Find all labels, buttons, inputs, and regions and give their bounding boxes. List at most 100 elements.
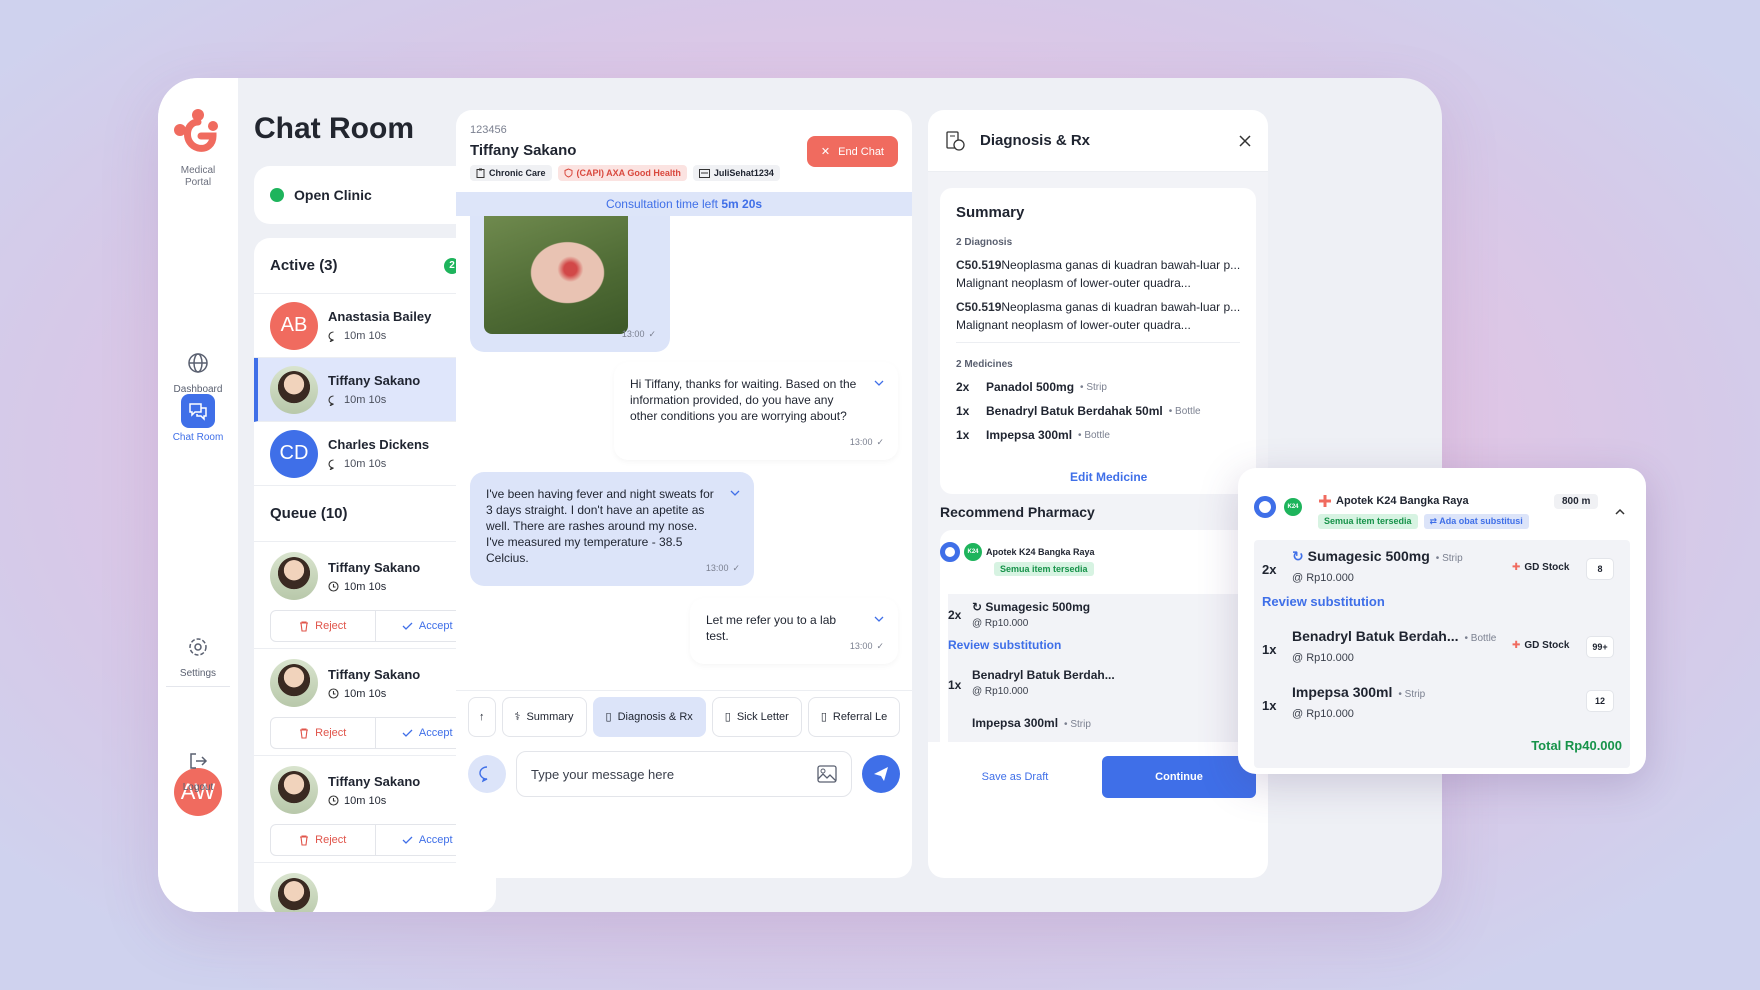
logout-icon bbox=[181, 744, 215, 778]
diagnosis-count: 2 Diagnosis bbox=[956, 237, 1013, 248]
patient-time: 10m 10s bbox=[344, 458, 387, 470]
pharmacy-popover: K24 Apotek K24 Bangka Raya 800 m Semua i… bbox=[1238, 468, 1646, 774]
logo-text: Medical Portal bbox=[180, 165, 216, 188]
summary-card: Summary 2 Diagnosis C50.519 Neoplasma gan… bbox=[940, 188, 1256, 494]
chevron-down-icon[interactable] bbox=[874, 614, 884, 624]
medicine-qty: 1x bbox=[956, 404, 970, 418]
message-time: 13:00 bbox=[621, 329, 645, 339]
patient-name: Tiffany Sakano bbox=[328, 373, 421, 388]
diagnosis-footer: Save as Draft Continue bbox=[928, 742, 1268, 812]
logo-icon bbox=[174, 109, 218, 152]
message-image: 13:00 ✓ bbox=[470, 216, 670, 352]
message-list: 13:00 ✓ Hi Tiffany, thanks for waiting. B… bbox=[456, 216, 912, 692]
chip-substitution: ⇄ Ada obat substitusi bbox=[1423, 514, 1529, 529]
queue-time: 10m 10s bbox=[344, 794, 387, 807]
medicine-name: Impepsa 300ml bbox=[986, 428, 1073, 442]
diagnosis-name-id: Neoplasma ganas di kuadran bawah-luar p.… bbox=[1001, 300, 1241, 314]
reject-label: Reject bbox=[315, 620, 347, 632]
pharmacy-name: Apotek K24 Bangka Raya bbox=[986, 547, 1095, 557]
item-qty: 2x bbox=[1262, 562, 1277, 577]
message-input[interactable]: Type your message here bbox=[516, 751, 852, 797]
tag-label: JuliSehat1234 bbox=[713, 168, 774, 178]
send-button[interactable] bbox=[862, 755, 900, 793]
reject-button[interactable]: Reject bbox=[271, 825, 376, 855]
tab-summary[interactable]: ⚕ Summary bbox=[501, 696, 587, 737]
diagnosis-name-en: Malignant neoplasm of lower-outer quadra… bbox=[956, 276, 1191, 290]
diagnosis-name-en: Malignant neoplasm of lower-outer quadra… bbox=[956, 318, 1191, 332]
patient-time: 10m 10s bbox=[344, 394, 387, 406]
double-check-icon: ✓ bbox=[876, 641, 884, 651]
close-icon[interactable] bbox=[1238, 134, 1252, 148]
logo[interactable]: Medical Portal bbox=[172, 108, 224, 189]
tag-label: Chronic Care bbox=[489, 168, 546, 178]
pharmacy-radio[interactable] bbox=[1254, 496, 1276, 518]
reject-button[interactable]: Reject bbox=[271, 718, 376, 748]
chat-icon bbox=[328, 394, 334, 406]
double-check-icon: ✓ bbox=[732, 563, 740, 573]
message-outgoing: Hi Tiffany, thanks for waiting. Based on… bbox=[614, 362, 898, 460]
stethoscope-icon: ⚕ bbox=[514, 711, 521, 723]
nav-chat-room[interactable]: Chat Room bbox=[158, 394, 238, 443]
nav-label: Settings bbox=[179, 668, 217, 679]
gear-icon bbox=[181, 630, 215, 664]
card-icon bbox=[698, 168, 710, 178]
chevron-down-icon[interactable] bbox=[730, 488, 740, 498]
chevron-up-icon[interactable] bbox=[1614, 506, 1626, 518]
message-incoming: I've been having fever and night sweats … bbox=[470, 472, 754, 586]
image-icon[interactable] bbox=[817, 765, 837, 783]
item-qty: 1x bbox=[1262, 642, 1277, 657]
nav-logout[interactable]: Logout bbox=[158, 744, 238, 793]
accept-label: Accept bbox=[418, 727, 453, 739]
avatar-photo bbox=[270, 365, 318, 414]
reject-button[interactable]: Reject bbox=[271, 611, 376, 641]
tab-diagnosis-rx[interactable]: ▯ Diagnosis & Rx bbox=[592, 696, 706, 737]
avatar-photo bbox=[270, 552, 318, 600]
send-icon bbox=[874, 767, 888, 781]
diagnosis-name-id: Neoplasma ganas di kuadran bawah-luar p.… bbox=[1001, 258, 1241, 272]
tab-referral-letter[interactable]: ▯ Referral Le bbox=[807, 696, 901, 737]
reject-label: Reject bbox=[315, 834, 347, 846]
chat-panel: 123456 Tiffany Sakano Chronic Care (CAPI… bbox=[456, 110, 912, 878]
stock-count: 8 bbox=[1586, 558, 1614, 580]
continue-button[interactable]: Continue bbox=[1102, 756, 1256, 798]
end-chat-button[interactable]: ✕ End Chat bbox=[806, 136, 898, 167]
chevron-down-icon[interactable] bbox=[874, 378, 884, 388]
medicine-item: 2x Panadol 500mg • Strip bbox=[956, 380, 1240, 394]
stock-count: 12 bbox=[1586, 690, 1614, 712]
tag-chronic-care: Chronic Care bbox=[470, 165, 552, 181]
pharmacy-radio[interactable] bbox=[940, 542, 960, 562]
chat-bubble-icon bbox=[479, 766, 488, 783]
save-draft-button[interactable]: Save as Draft bbox=[940, 771, 1090, 783]
item-qty: 2x bbox=[948, 608, 962, 622]
tag-member-id: JuliSehat1234 bbox=[692, 165, 780, 181]
tab-label: Sick Letter bbox=[736, 710, 789, 723]
tab-sick-letter[interactable]: ▯ Sick Letter bbox=[711, 696, 802, 737]
patient-name: Tiffany Sakano bbox=[328, 559, 421, 575]
scroll-up-button[interactable]: ↑ bbox=[468, 696, 496, 737]
nav-dashboard[interactable]: Dashboard bbox=[158, 346, 238, 395]
double-check-icon: ✓ bbox=[648, 329, 656, 339]
nav-settings[interactable]: Settings bbox=[158, 630, 238, 679]
medicine-item: 1x Benadryl Batuk Berdahak 50ml • Bottle bbox=[956, 404, 1240, 418]
review-substitution-link[interactable]: Review substitution bbox=[948, 638, 1061, 652]
message-time: 13:00 bbox=[705, 563, 729, 573]
pharmacy-name-row: Apotek K24 Bangka Raya bbox=[1318, 494, 1469, 508]
message-time: 13:00 bbox=[849, 437, 873, 447]
rail-divider bbox=[166, 686, 230, 687]
double-check-icon: ✓ bbox=[876, 437, 884, 447]
item-name: Impepsa 300ml • Strip bbox=[972, 716, 1091, 730]
k24-logo: K24 bbox=[964, 543, 982, 561]
reject-label: Reject bbox=[315, 727, 347, 739]
review-substitution-link[interactable]: Review substitution bbox=[1262, 594, 1385, 609]
tag-insurance: (CAPI) AXA Good Health bbox=[557, 165, 687, 181]
wound-photo[interactable] bbox=[484, 216, 628, 334]
consult-time: 5m 20s bbox=[721, 197, 763, 211]
close-icon: ✕ bbox=[820, 146, 831, 158]
page-title: Chat Room bbox=[254, 112, 414, 145]
chat-options-button[interactable] bbox=[468, 755, 506, 793]
edit-medicine-link[interactable]: Edit Medicine bbox=[1070, 470, 1147, 484]
medicine-qty: 2x bbox=[956, 380, 970, 394]
accept-label: Accept bbox=[418, 834, 453, 846]
diagnosis-panel: Diagnosis & Rx Summary 2 Diagnosis C50.5… bbox=[928, 110, 1268, 878]
chat-bubbles-icon bbox=[181, 394, 215, 428]
